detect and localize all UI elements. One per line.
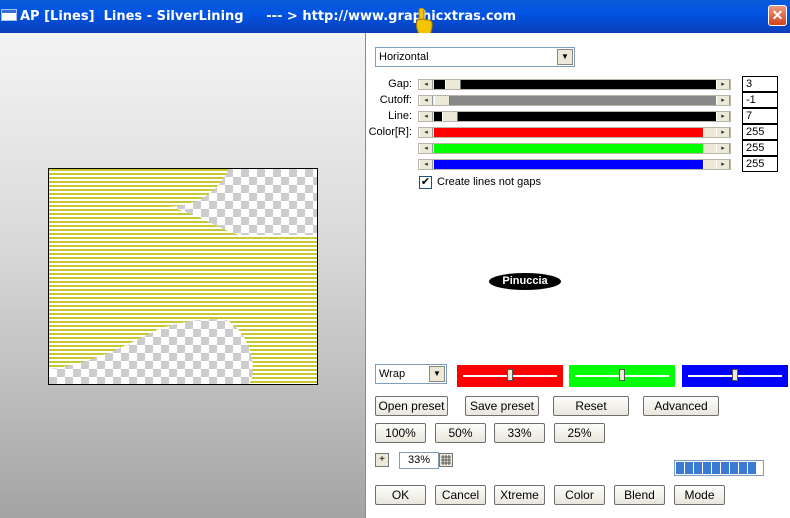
slider-fill [434,160,717,169]
slider-left-arrow-icon[interactable]: ◂ [419,96,433,105]
chevron-down-icon[interactable]: ▼ [557,49,573,65]
param-value-field[interactable]: 7 [742,108,778,124]
mode-button[interactable]: Mode [674,485,725,505]
open-preset-button[interactable]: Open preset [375,396,448,416]
slider-fill [434,144,717,153]
save-preset-button[interactable]: Save preset [465,396,539,416]
param-value-field[interactable]: -1 [742,92,778,108]
slider-left-arrow-icon[interactable]: ◂ [419,160,433,169]
slider-thumb[interactable] [703,128,717,137]
preview-canvas[interactable] [48,168,318,385]
param-slider[interactable]: ◂ ▸ [418,143,731,154]
slider-thumb[interactable] [434,96,450,105]
window-icon [1,9,17,21]
color-slider-knob[interactable] [732,369,738,381]
progress-segment [712,462,720,474]
color-button[interactable]: Color [554,485,605,505]
slider-left-arrow-icon[interactable]: ◂ [419,144,433,153]
slider-right-arrow-icon[interactable]: ▸ [716,96,730,105]
param-slider[interactable]: ◂ ▸ [418,95,731,106]
param-slider[interactable]: ◂ ▸ [418,111,731,122]
param-value-field[interactable]: 255 [742,156,778,172]
ok-button[interactable]: OK [375,485,426,505]
slider-right-arrow-icon[interactable]: ▸ [716,144,730,153]
blend-button[interactable]: Blend [614,485,665,505]
progress-segment [685,462,693,474]
progress-indicator [674,460,764,476]
slider-thumb[interactable] [703,144,717,153]
zoom-grid-icon[interactable] [439,453,453,467]
zoom-25-button[interactable]: 25% [554,423,605,443]
slider-left-arrow-icon[interactable]: ◂ [419,80,433,89]
slider-fill [434,128,717,137]
zoom-100-button[interactable]: 100% [375,423,426,443]
preview-image [49,169,317,384]
reset-button[interactable]: Reset [553,396,629,416]
zoom-33-button[interactable]: 33% [494,423,545,443]
slider-fill [434,112,717,121]
chevron-down-icon[interactable]: ▼ [429,366,445,382]
param-label: Color[R]: [368,126,412,138]
progress-segment [694,462,702,474]
param-value-field[interactable]: 255 [742,140,778,156]
edge-mode-value: Wrap [379,368,406,380]
param-value-field[interactable]: 255 [742,124,778,140]
progress-segment [739,462,747,474]
slider-right-arrow-icon[interactable]: ▸ [716,112,730,121]
progress-segment [703,462,711,474]
zoom-value-field[interactable]: 33% [399,452,439,469]
zoom-50-button[interactable]: 50% [435,423,486,443]
create-lines-label: Create lines not gaps [437,176,541,188]
color-slider-knob[interactable] [507,369,513,381]
xtreme-button[interactable]: Xtreme [494,485,545,505]
slider-thumb[interactable] [703,160,717,169]
progress-segment [748,462,756,474]
title-bar: AP [Lines] Lines - SilverLining --- > ht… [0,0,790,33]
color-slider[interactable] [569,365,675,387]
window-title: AP [Lines] Lines - SilverLining --- > ht… [20,9,517,24]
progress-segment [721,462,729,474]
slider-right-arrow-icon[interactable]: ▸ [716,128,730,137]
pinuccia-logo: Pinuccia [489,273,561,290]
slider-thumb[interactable] [442,112,458,121]
slider-right-arrow-icon[interactable]: ▸ [716,80,730,89]
slider-left-arrow-icon[interactable]: ◂ [419,128,433,137]
param-slider[interactable]: ◂ ▸ [418,159,731,170]
direction-dropdown[interactable]: Horizontal ▼ [375,47,575,67]
param-slider[interactable]: ◂ ▸ [418,79,731,90]
direction-value: Horizontal [379,51,429,63]
advanced-button[interactable]: Advanced [643,396,719,416]
param-label: Line: [388,110,412,122]
progress-segment [730,462,738,474]
slider-left-arrow-icon[interactable]: ◂ [419,112,433,121]
color-slider[interactable] [682,365,788,387]
create-lines-checkbox[interactable]: ✔ [419,176,432,189]
param-value-field[interactable]: 3 [742,76,778,92]
color-slider-knob[interactable] [619,369,625,381]
slider-right-arrow-icon[interactable]: ▸ [716,160,730,169]
param-label: Gap: [388,78,412,90]
param-slider[interactable]: ◂ ▸ [418,127,731,138]
param-label: Cutoff: [379,94,412,106]
close-button[interactable]: ✕ [768,5,787,26]
edge-mode-dropdown[interactable]: Wrap ▼ [375,364,447,384]
zoom-in-button[interactable]: + [375,453,389,467]
slider-fill [434,80,717,89]
slider-fill [434,96,717,105]
cancel-button[interactable]: Cancel [435,485,486,505]
slider-thumb[interactable] [444,80,461,89]
progress-segment [676,462,684,474]
color-slider[interactable] [457,365,563,387]
controls-panel: Horizontal ▼ Gap: ◂ ▸ 3 Cutoff: ◂ ▸ -1 Line: ◂ ▸ 7 C… [367,33,790,518]
